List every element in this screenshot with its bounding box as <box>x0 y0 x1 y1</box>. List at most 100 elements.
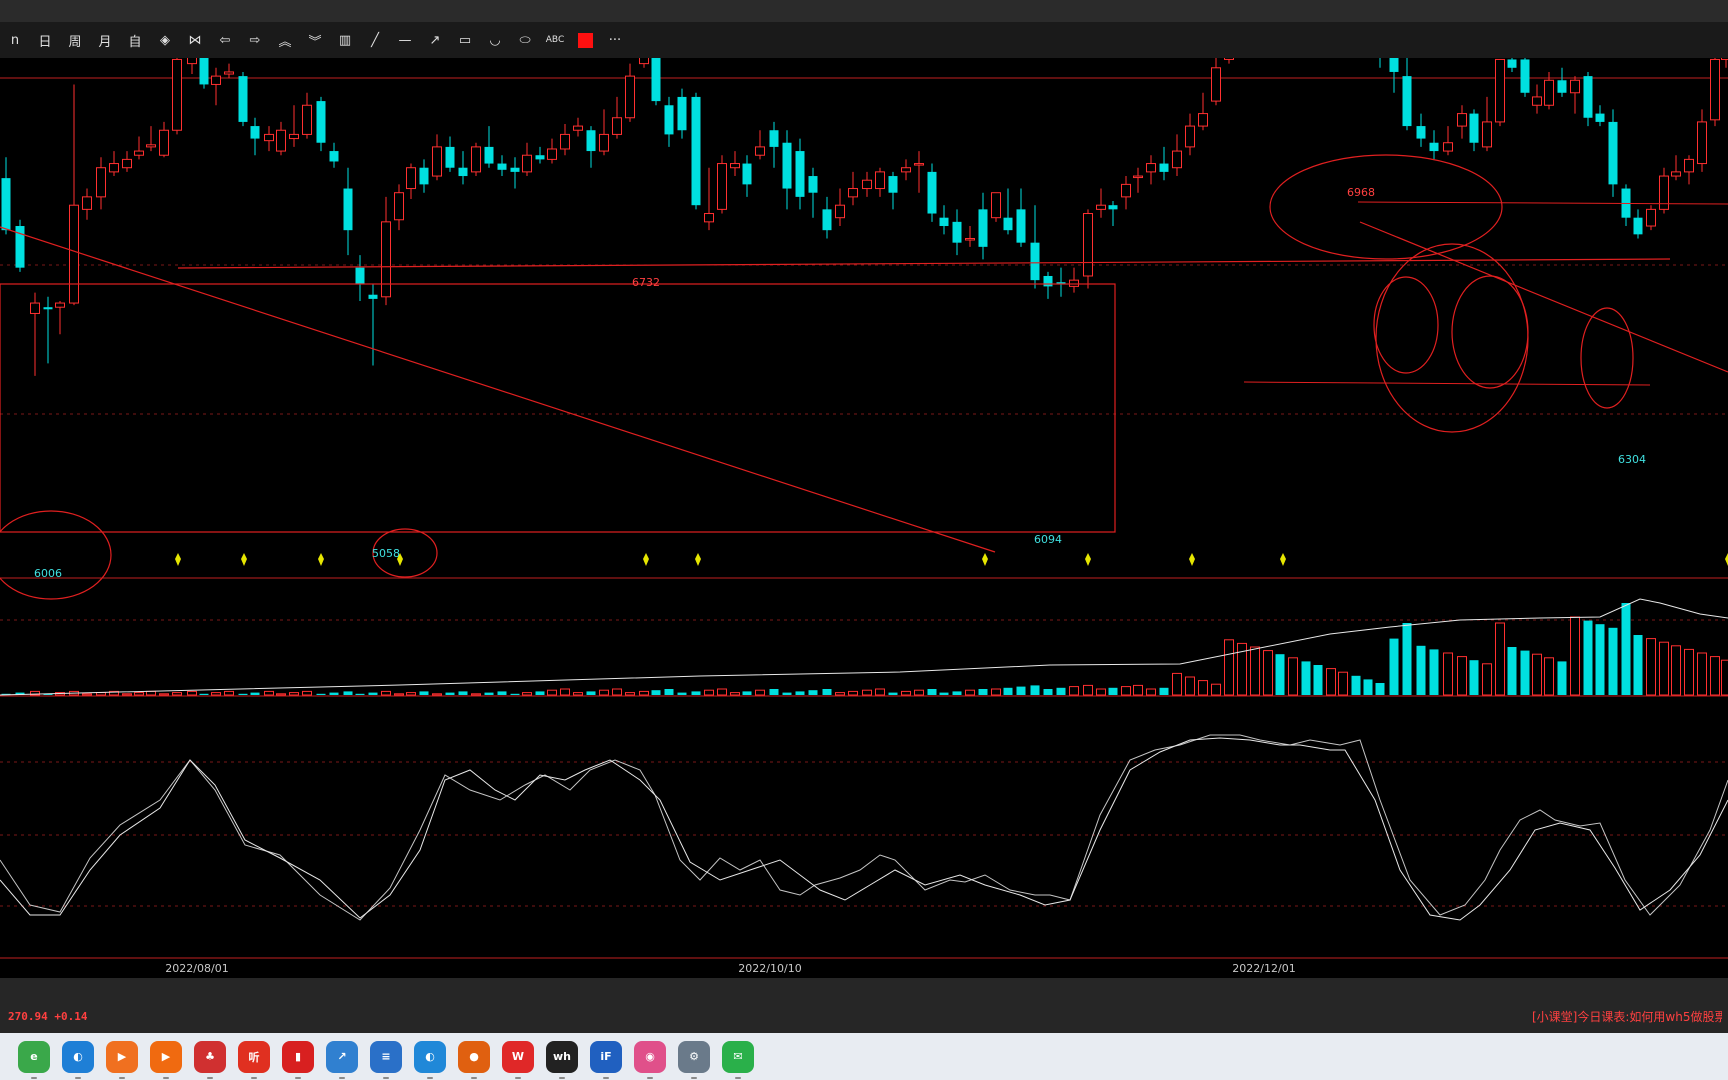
volume-bar <box>1224 639 1234 696</box>
zoom-out-icon[interactable]: ⋈ <box>180 27 210 53</box>
draw-text-icon[interactable]: ABC <box>540 27 570 53</box>
price-annotation-6968: 6968 <box>1347 186 1375 199</box>
arrow-left-icon[interactable]: ⇦ <box>210 27 240 53</box>
volume-bar <box>1671 645 1681 696</box>
app-chart-icon[interactable]: ↗ <box>326 1040 358 1079</box>
title-bar <box>0 0 1728 22</box>
volume-bar <box>445 692 455 695</box>
app-stock-red-icon[interactable]: ▮ <box>282 1040 314 1079</box>
candle-body <box>808 176 818 193</box>
volume-bar <box>1595 624 1605 695</box>
volume-bar <box>1710 656 1720 696</box>
kline-chart[interactable]: 6006 5058 6732 6094 6968 6304 2022/08/01 2022/1… <box>0 58 1728 978</box>
color-swatch-icon <box>577 32 593 48</box>
app-orange2-icon[interactable]: ▶ <box>150 1040 182 1079</box>
app-cards-icon[interactable]: ♣ <box>194 1040 226 1079</box>
volume-bar <box>586 691 596 695</box>
draw-line-icon[interactable]: ╱ <box>360 27 390 53</box>
candle-body <box>264 133 274 142</box>
volume-bar <box>1429 649 1439 695</box>
volume-bar <box>1557 661 1567 695</box>
arrow-right-icon[interactable]: ⇨ <box>240 27 270 53</box>
volume-bar <box>159 693 169 696</box>
candle-body <box>1096 204 1106 210</box>
arrow-down-icon[interactable]: ︾ <box>300 27 330 53</box>
arrow-up-icon[interactable]: ︽ <box>270 27 300 53</box>
app-camera-icon[interactable]: ◉ <box>634 1040 666 1079</box>
volume-bar <box>1313 665 1323 695</box>
volume-bar <box>419 691 429 695</box>
volume-bar <box>730 692 740 696</box>
draw-ray-icon[interactable]: ↗ <box>420 27 450 53</box>
ifly-icon[interactable]: iF <box>590 1040 622 1079</box>
volume-bar <box>1056 687 1066 695</box>
candle-body <box>599 133 609 152</box>
candle-body <box>730 163 740 169</box>
candle-body <box>1389 58 1399 72</box>
draw-ellipse-icon[interactable]: ⬭ <box>510 27 540 53</box>
wps-icon[interactable]: W <box>502 1040 534 1079</box>
volume-bar <box>1096 688 1106 696</box>
volume-bar <box>1621 603 1631 695</box>
price-annotation-6006: 6006 <box>34 567 62 580</box>
volume-bar <box>888 692 898 695</box>
volume-bar <box>808 690 818 695</box>
candle-body <box>1532 96 1542 106</box>
candle-body <box>96 167 106 198</box>
settings-icon[interactable]: ⚙ <box>678 1040 710 1079</box>
draw-rect-icon[interactable]: ▭ <box>450 27 480 53</box>
price-annotation-6304: 6304 <box>1618 453 1646 466</box>
volume-bar <box>573 692 583 696</box>
news-ticker[interactable]: [小课堂]今日课表:如何用wh5做股票期 <box>1532 1008 1722 1025</box>
candle-body <box>651 58 661 102</box>
volume-bar <box>848 690 858 696</box>
volume-bar <box>547 689 557 696</box>
minute-button[interactable]: n <box>0 27 30 53</box>
more-button[interactable]: ··· <box>600 27 630 53</box>
volume-bar <box>939 692 949 695</box>
candle-body <box>276 129 286 152</box>
month-button[interactable]: 月 <box>90 27 120 53</box>
candle-body <box>639 58 649 65</box>
candle-body <box>1402 76 1412 127</box>
volume-bar <box>1402 623 1412 695</box>
day-button[interactable]: 日 <box>30 27 60 53</box>
wechat-icon[interactable]: ✉ <box>722 1040 754 1079</box>
notepad-icon[interactable]: ≡ <box>370 1040 402 1079</box>
volume-bar <box>965 689 975 696</box>
candle-body <box>1429 142 1439 152</box>
volume-bar <box>901 690 911 696</box>
volume-bar <box>535 691 545 695</box>
candle-body <box>484 146 494 164</box>
layout-icon[interactable]: ▥ <box>330 27 360 53</box>
volume-bar <box>276 693 286 696</box>
volume-bar <box>1263 650 1273 696</box>
zoom-in-icon[interactable]: ◈ <box>150 27 180 53</box>
app-orange1-icon[interactable]: ▶ <box>106 1040 138 1079</box>
candle-body <box>755 146 765 156</box>
volume-bar <box>1482 663 1492 696</box>
candle-body <box>1507 59 1517 68</box>
volume-bar <box>1659 641 1669 696</box>
status-bar <box>0 978 1728 1033</box>
volume-bar <box>224 690 234 696</box>
app-listen-icon[interactable]: 听 <box>238 1040 270 1079</box>
volume-bar <box>199 693 209 695</box>
color-picker-button[interactable] <box>570 27 600 53</box>
app-blue2-icon[interactable]: ◐ <box>414 1040 446 1079</box>
edge-browser-icon[interactable]: ◐ <box>62 1040 94 1079</box>
app-circle-icon[interactable]: ● <box>458 1040 490 1079</box>
candle-body <box>848 188 858 198</box>
candle-body <box>1030 242 1040 281</box>
resistance-line <box>177 258 1671 269</box>
draw-arc-icon[interactable]: ◡ <box>480 27 510 53</box>
browser-360-icon[interactable]: e <box>18 1040 50 1079</box>
kd-line-k <box>0 734 1728 921</box>
candle-body <box>965 238 975 241</box>
custom-period-button[interactable]: 自 <box>120 27 150 53</box>
week-button[interactable]: 周 <box>60 27 90 53</box>
wh6-icon[interactable]: wh <box>546 1040 578 1079</box>
signal-marker <box>643 553 649 566</box>
draw-hline-icon[interactable]: — <box>390 27 420 53</box>
candle-body <box>1557 80 1567 93</box>
